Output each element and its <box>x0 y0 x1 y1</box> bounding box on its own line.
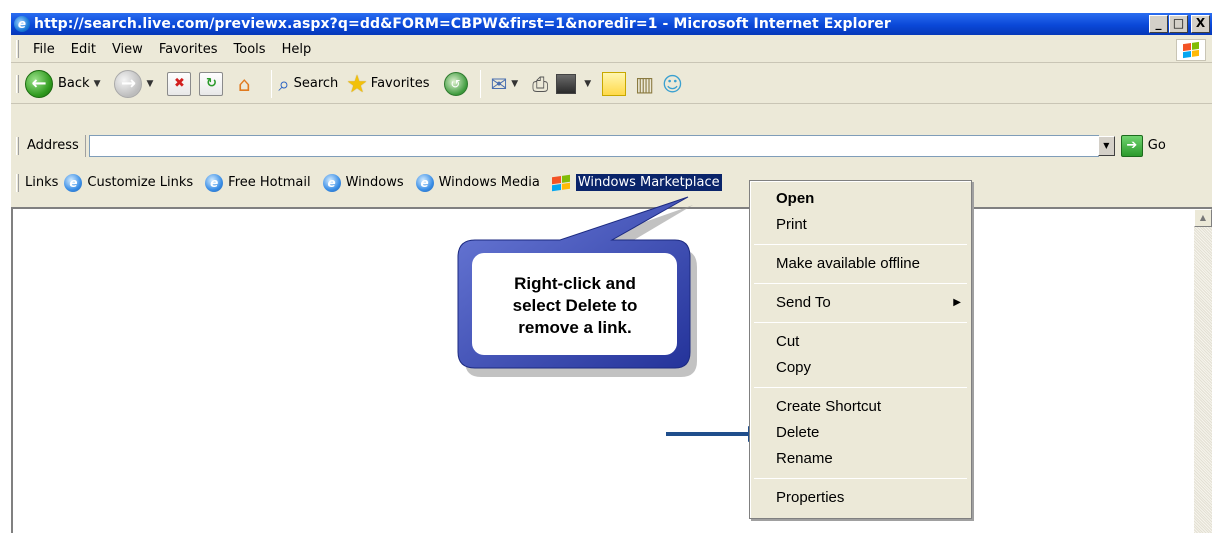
menu-tools[interactable]: Tools <box>226 42 274 57</box>
research-icon[interactable]: ▥ <box>635 72 654 96</box>
discuss-icon[interactable] <box>602 71 627 96</box>
search-button[interactable]: ⌕ Search <box>278 72 338 96</box>
messenger-icon[interactable]: ☺ <box>662 72 683 96</box>
menu-edit[interactable]: Edit <box>63 42 104 57</box>
toolbar-separator <box>479 69 481 98</box>
menu-item-open[interactable]: Open <box>750 186 971 212</box>
link-windows-marketplace[interactable]: Windows Marketplace <box>551 174 722 191</box>
menu-item-delete[interactable]: Delete <box>750 420 971 446</box>
menu-separator <box>754 322 967 323</box>
minimize-button[interactable]: _ <box>1149 15 1168 33</box>
toolbar-grip[interactable] <box>16 40 19 58</box>
ie-icon[interactable]: e <box>14 16 30 32</box>
search-label: Search <box>293 76 339 91</box>
chevron-right-icon: ▶ <box>953 297 961 308</box>
back-icon: ← <box>25 69 53 98</box>
favorites-label: Favorites <box>370 76 430 91</box>
favorites-star-icon: ★ <box>346 69 368 98</box>
print-icon[interactable]: ⎙ <box>532 72 548 96</box>
link-label: Windows Media <box>438 175 540 190</box>
vertical-scrollbar[interactable] <box>1194 209 1212 533</box>
go-arrow-icon: ➔ <box>1120 134 1143 157</box>
link-free-hotmail[interactable]: e Free Hotmail <box>205 173 311 192</box>
home-icon: ⌂ <box>238 71 251 96</box>
toolbar-grip[interactable] <box>16 173 19 192</box>
menu-file[interactable]: File <box>25 42 63 57</box>
menu-item-rename[interactable]: Rename <box>750 446 971 472</box>
link-windows[interactable]: e Windows <box>322 173 404 192</box>
refresh-button[interactable]: ↻ <box>199 71 224 96</box>
ie-icon: e <box>64 173 83 192</box>
menu-item-send-to[interactable]: Send To ▶ <box>750 290 971 316</box>
address-dropdown-button[interactable]: ▼ <box>1097 135 1115 156</box>
window-title: http://search.live.com/previewx.aspx?q=d… <box>34 16 891 32</box>
page-content[interactable]: ▲ <box>11 207 1212 533</box>
home-button[interactable]: ⌂ <box>231 71 257 97</box>
search-icon: ⌕ <box>278 71 290 96</box>
back-label: Back <box>58 76 90 91</box>
menu-bar: File Edit View Favorites Tools Help <box>11 36 1212 63</box>
ie-icon: e <box>415 173 434 192</box>
menu-item-print[interactable]: Print <box>750 212 971 238</box>
stop-button[interactable]: ✖ <box>167 71 192 96</box>
address-input[interactable] <box>88 134 1099 157</box>
address-label: Address <box>25 134 86 157</box>
menu-separator <box>754 283 967 284</box>
menu-item-make-available-offline[interactable]: Make available offline <box>750 251 971 277</box>
ie-icon: e <box>205 173 224 192</box>
callout-line: select Delete to <box>512 296 638 315</box>
menu-separator <box>754 387 967 388</box>
forward-icon: → <box>114 69 143 98</box>
context-menu: Open Print Make available offline Send T… <box>749 180 972 519</box>
menu-view[interactable]: View <box>104 42 151 57</box>
menu-item-copy[interactable]: Copy <box>750 355 971 381</box>
go-label: Go <box>1147 138 1166 153</box>
go-button[interactable]: ➔ Go <box>1120 134 1166 157</box>
back-button[interactable]: ← Back ▼ <box>25 69 106 98</box>
callout-line: remove a link. <box>518 318 632 337</box>
windows-flag-icon <box>1176 39 1206 61</box>
favorites-button[interactable]: ★ Favorites <box>346 70 429 98</box>
media-icon[interactable]: ↺ <box>443 71 468 96</box>
standard-toolbar: ← Back ▼ → ▼ ✖ ↻ ⌂ ⌕ Search ★ Favorites … <box>11 64 1212 104</box>
marketplace-icon <box>551 174 570 191</box>
close-button[interactable]: X <box>1191 15 1210 33</box>
callout-line: Right-click and <box>514 274 636 293</box>
links-bar: Links e Customize Links e Free Hotmail e… <box>11 167 1212 198</box>
menu-separator <box>754 244 967 245</box>
refresh-icon: ↻ <box>199 71 224 96</box>
toolbar-separator <box>271 69 273 98</box>
toolbar-grip[interactable] <box>16 136 19 155</box>
menu-help[interactable]: Help <box>274 42 320 57</box>
link-label: Windows <box>345 175 404 190</box>
link-label: Customize Links <box>87 175 194 190</box>
chevron-down-icon[interactable]: ▼ <box>584 79 591 89</box>
chevron-down-icon[interactable]: ▼ <box>94 79 101 89</box>
toolbar-grip[interactable] <box>16 74 19 93</box>
mail-icon[interactable]: ✉ ▼ <box>491 72 525 96</box>
forward-button[interactable]: → ▼ <box>114 69 159 98</box>
links-label: Links <box>25 175 59 190</box>
title-bar: e http://search.live.com/previewx.aspx?q… <box>11 13 1212 35</box>
chevron-down-icon[interactable]: ▼ <box>146 79 153 89</box>
menu-favorites[interactable]: Favorites <box>151 42 226 57</box>
callout-text: Right-click and select Delete to remove … <box>469 273 681 339</box>
link-customize-links[interactable]: e Customize Links <box>64 173 194 192</box>
maximize-button[interactable]: □ <box>1169 15 1188 33</box>
menu-item-properties[interactable]: Properties <box>750 485 971 511</box>
menu-item-label: Send To <box>776 294 831 311</box>
link-label: Windows Marketplace <box>575 174 722 191</box>
scroll-up-button[interactable]: ▲ <box>1194 209 1212 227</box>
menu-item-cut[interactable]: Cut <box>750 329 971 355</box>
menu-separator <box>754 478 967 479</box>
window-controls: _ □ X <box>1149 15 1210 33</box>
edit-icon[interactable] <box>556 73 577 94</box>
ie-icon: e <box>322 173 341 192</box>
link-windows-media[interactable]: e Windows Media <box>415 173 540 192</box>
stop-icon: ✖ <box>167 71 192 96</box>
menu-item-create-shortcut[interactable]: Create Shortcut <box>750 394 971 420</box>
address-bar: Address ▼ ➔ Go <box>11 131 1212 160</box>
link-label: Free Hotmail <box>228 175 311 190</box>
